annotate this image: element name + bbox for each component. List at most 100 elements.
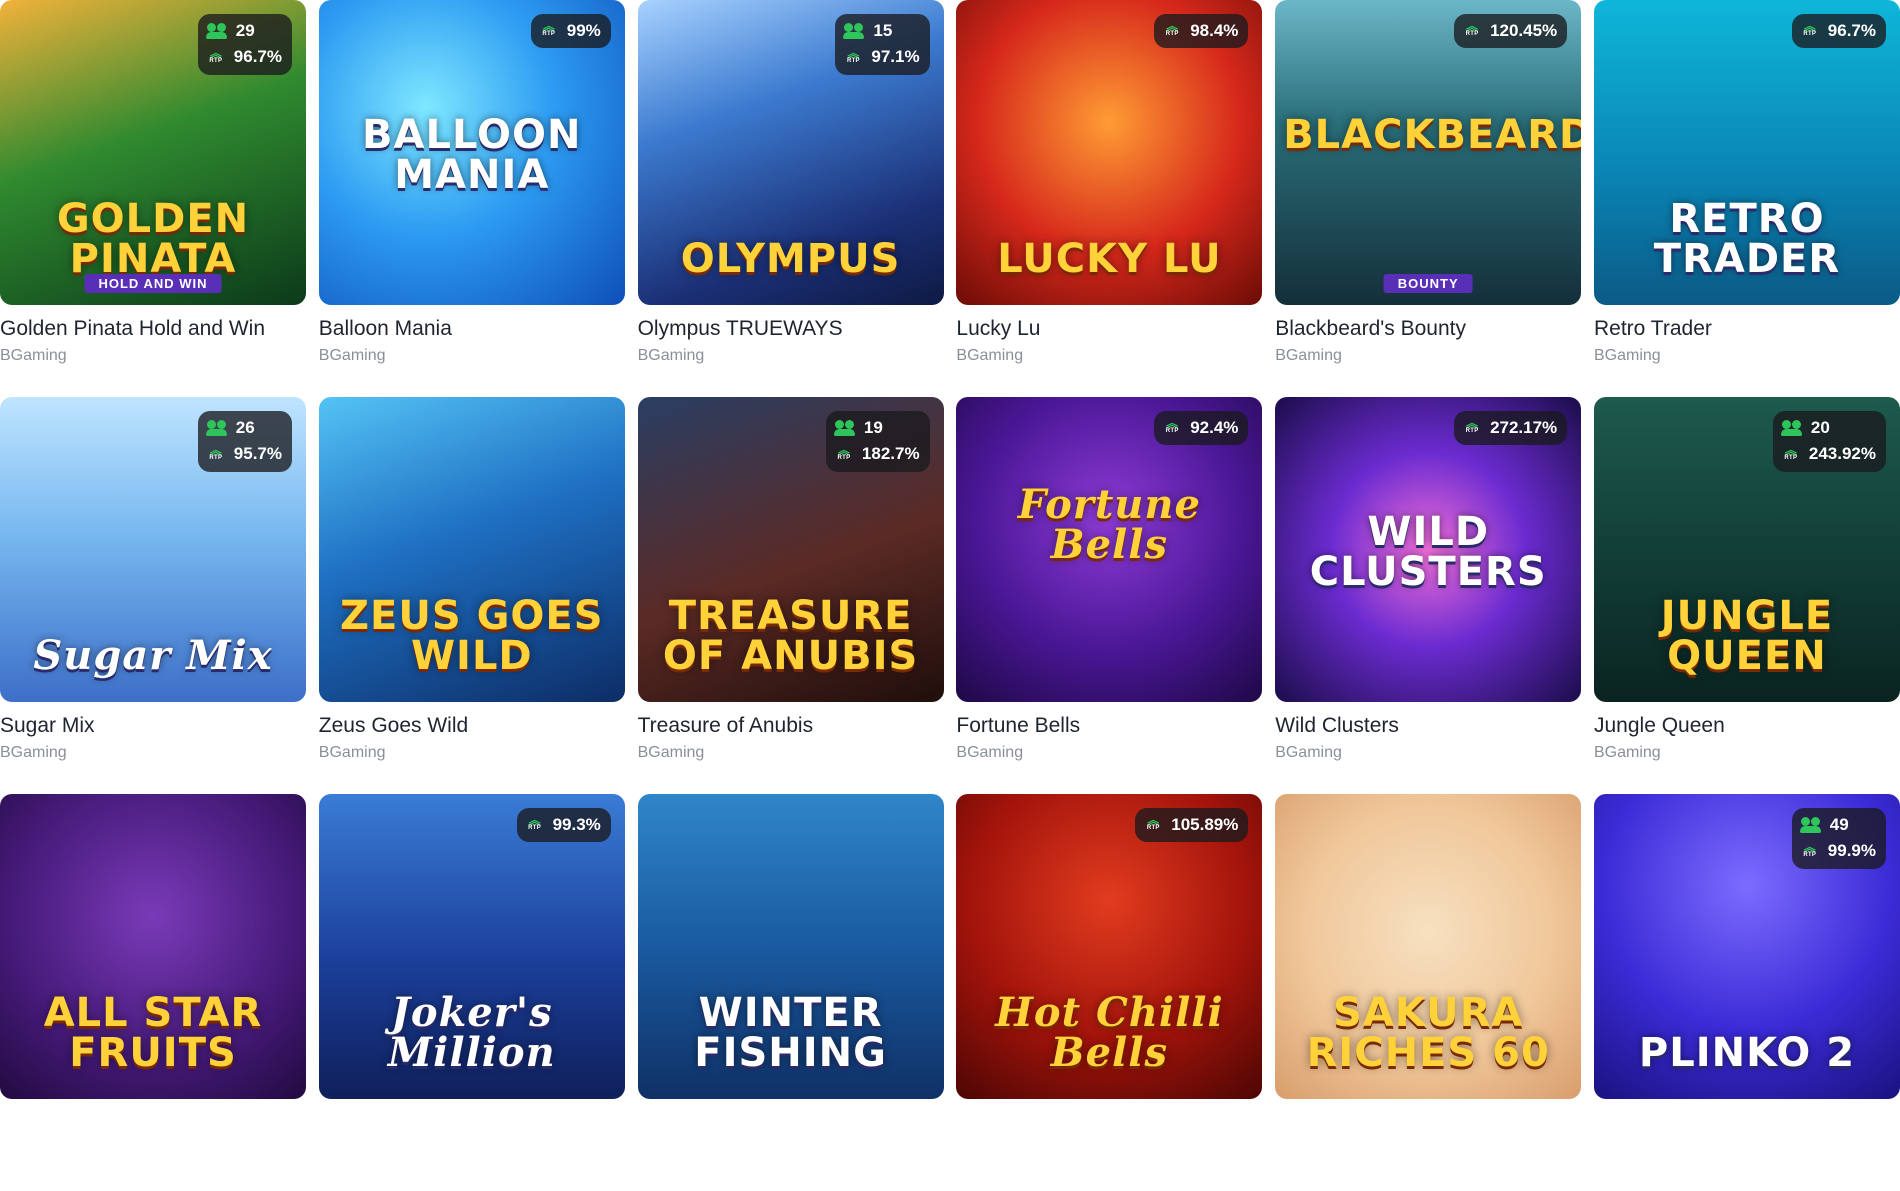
game-title[interactable]: Fortune Bells [956, 714, 1080, 738]
game-card[interactable]: Wild Clusters ︽ RTP 272.17% Wild Clusters BGa… [1275, 397, 1582, 794]
rtp-value: 95.7% [233, 444, 282, 464]
game-thumbnail[interactable]: Blackbeard's BOUNTY ︽RTP 120.45% [1275, 0, 1582, 305]
game-thumbnail[interactable]: Zeus Goes Wild [318, 397, 625, 702]
game-thumbnail[interactable]: Sugar Mix 26 ︽ RTP 95.7% [0, 397, 306, 702]
game-thumbnail[interactable]: All Star Fruits [0, 794, 306, 1099]
stats-badge: ︽ RTP 272.17% [1454, 411, 1568, 446]
users-icon [205, 420, 228, 437]
players-count: 26 [235, 418, 255, 437]
stats-badge: 20 ︽ RTP 243.92% [1772, 411, 1886, 472]
game-thumbnail[interactable]: Jungle Queen 20 ︽ RTP 243.92% [1593, 397, 1900, 702]
game-thumbnail[interactable]: Plinko 2 49 ︽ RTP 99.9% [1593, 794, 1900, 1099]
game-thumbnail[interactable]: Hot Chilli Bells ︽ RTP 105.89% [956, 794, 1263, 1099]
rtp-value: 97.1% [871, 47, 920, 67]
rtp-value: 98.4% [1190, 21, 1239, 40]
rtp-value: 182.7% [861, 444, 920, 464]
game-provider: BGaming [318, 347, 386, 364]
game-card[interactable]: Blackbeard'sBOUNTY︽RTP120.45%Blackbeard'… [1275, 0, 1582, 397]
game-logo-text: Sakura Riches 60 [1306, 990, 1550, 1076]
stats-badge: ︽ RTP 96.7% [1791, 14, 1886, 49]
rtp-value: 96.7% [1827, 21, 1876, 40]
game-card[interactable]: Olympus 15 ︽ RTP 97.1% Olympus TRUEWAYS BGamin… [637, 0, 944, 397]
game-logo-text: Fortune Bells [1017, 481, 1201, 568]
game-title[interactable]: Retro Trader [1594, 317, 1712, 341]
game-card[interactable]: Jungle Queen 20 ︽ RTP 243.92% Jungle Queen BGa… [1593, 397, 1900, 794]
game-title[interactable]: Balloon Mania [319, 317, 452, 341]
game-logo-text: Jungle Queen [1660, 593, 1834, 679]
game-thumbnail[interactable]: Fortune Bells ︽ RTP 92.4% [956, 397, 1263, 702]
rtp-row: ︽ RTP 96.7% [206, 44, 282, 70]
game-provider: BGaming [1275, 347, 1342, 364]
rtp-row: ︽ RTP 95.7% [206, 441, 282, 467]
users-icon [833, 420, 856, 437]
game-logo-text: Zeus Goes Wild [340, 593, 604, 679]
game-card[interactable]: Golden Pinata HOLD AND WIN 29 ︽ RTP 96.7% Gold… [0, 0, 306, 397]
game-card[interactable]: Winter Fishing [637, 794, 944, 1191]
users-icon [843, 23, 865, 40]
game-thumbnail[interactable]: Wild Clusters ︽ RTP 272.17% [1275, 397, 1582, 702]
rtp-row: ︽ RTP 92.4% [1162, 415, 1239, 441]
game-title[interactable]: Zeus Goes Wild [319, 714, 468, 738]
game-thumbnail[interactable]: Retro Trader ︽ RTP 96.7% [1593, 0, 1900, 305]
game-logo-text: Sugar Mix [33, 632, 273, 679]
game-card[interactable]: Plinko 2 49 ︽ RTP 99.9% [1593, 794, 1900, 1191]
game-logo-subtitle: BOUNTY [1383, 274, 1473, 293]
game-title[interactable]: Golden Pinata Hold and Win [0, 317, 265, 341]
game-logo-text: Wild Clusters [1309, 509, 1547, 595]
game-card[interactable]: Sakura Riches 60 [1275, 794, 1582, 1191]
stats-badge: 19 ︽ RTP 182.7% [825, 411, 930, 472]
stats-badge: ︽ RTP 120.45% [1454, 14, 1568, 49]
rtp-trend-icon: ︽ RTP [1465, 19, 1479, 38]
game-thumbnail[interactable]: Golden Pinata HOLD AND WIN 29 ︽ RTP 96.7% [0, 0, 306, 305]
stats-badge: 15 ︽ RTP 97.1% [835, 14, 930, 75]
players-row: 26 [205, 415, 282, 441]
game-title[interactable]: Olympus TRUEWAYS [638, 317, 843, 341]
rtp-trend-icon: ︽ RTP [209, 442, 223, 461]
game-logo-text: Plinko 2 [1638, 1030, 1856, 1076]
rtp-row: ︽ RTP 120.45% [1462, 18, 1558, 44]
game-title[interactable]: Blackbeard's Bounty [1275, 317, 1466, 341]
rtp-row: ︽ RTP 105.89% [1143, 812, 1239, 838]
game-logo-subtitle: HOLD AND WIN [84, 274, 222, 293]
rtp-trend-icon: ︽ RTP [1146, 813, 1160, 832]
game-logo-text: Retro Trader [1653, 196, 1841, 282]
stats-badge: ︽ RTP 98.4% [1154, 14, 1249, 49]
game-card[interactable]: Joker's Million ︽ RTP 99.3% [318, 794, 625, 1191]
game-card[interactable]: Lucky Lu ︽ RTP 98.4% Lucky Lu BGaming [956, 0, 1263, 397]
game-thumbnail[interactable]: Olympus 15 ︽ RTP 97.1% [637, 0, 944, 305]
game-title[interactable]: Wild Clusters [1275, 714, 1399, 738]
game-card[interactable]: Balloon Mania ︽ RTP 99% Balloon Mania BGaming [318, 0, 625, 397]
rtp-value: 99% [566, 21, 601, 40]
game-title[interactable]: Jungle Queen [1594, 714, 1725, 738]
game-thumbnail[interactable]: Joker's Million ︽ RTP 99.3% [318, 794, 625, 1099]
game-thumbnail[interactable]: Balloon Mania ︽ RTP 99% [318, 0, 625, 305]
game-card[interactable]: Retro Trader ︽ RTP 96.7% Retro Trader BGaming [1593, 0, 1900, 397]
rtp-value: 99.3% [552, 815, 601, 834]
rtp-value: 99.9% [1827, 841, 1876, 861]
game-card[interactable]: Sugar Mix 26 ︽ RTP 95.7% Sugar Mix BGaming [0, 397, 306, 794]
stats-badge: 26 ︽ RTP 95.7% [197, 411, 292, 472]
game-thumbnail[interactable]: Sakura Riches 60 [1275, 794, 1582, 1099]
game-logo-text: Joker's Million [387, 989, 556, 1076]
game-title[interactable]: Treasure of Anubis [638, 714, 814, 738]
game-card[interactable]: Fortune Bells ︽ RTP 92.4% Fortune Bells BGami… [956, 397, 1263, 794]
game-title[interactable]: Lucky Lu [956, 317, 1040, 341]
users-icon [205, 23, 228, 40]
game-card[interactable]: All Star Fruits [0, 794, 306, 1191]
game-provider: BGaming [1593, 347, 1661, 364]
game-thumbnail[interactable]: Treasure of Anubis 19 ︽ RTP 182.7% [637, 397, 944, 702]
game-title[interactable]: Sugar Mix [0, 714, 95, 738]
game-logo-text: Blackbeard's [1283, 112, 1582, 158]
rtp-row: ︽ RTP 182.7% [834, 441, 920, 467]
game-card[interactable]: Zeus Goes Wild Zeus Goes Wild BGaming [318, 397, 625, 794]
game-logo-text: Treasure of Anubis [662, 593, 919, 679]
users-icon [1799, 817, 1822, 834]
game-card[interactable]: Hot Chilli Bells ︽ RTP 105.89% [956, 794, 1263, 1191]
players-count: 49 [1829, 815, 1849, 834]
game-thumbnail[interactable]: Winter Fishing [637, 794, 944, 1099]
stats-badge: ︽ RTP 99.3% [516, 808, 611, 843]
game-card[interactable]: Treasure of Anubis 19 ︽ RTP 182.7% Treasure o… [637, 397, 944, 794]
game-thumbnail[interactable]: Lucky Lu ︽ RTP 98.4% [956, 0, 1263, 305]
rtp-trend-icon: ︽ RTP [837, 442, 851, 461]
game-logo-text: All Star Fruits [43, 990, 263, 1076]
